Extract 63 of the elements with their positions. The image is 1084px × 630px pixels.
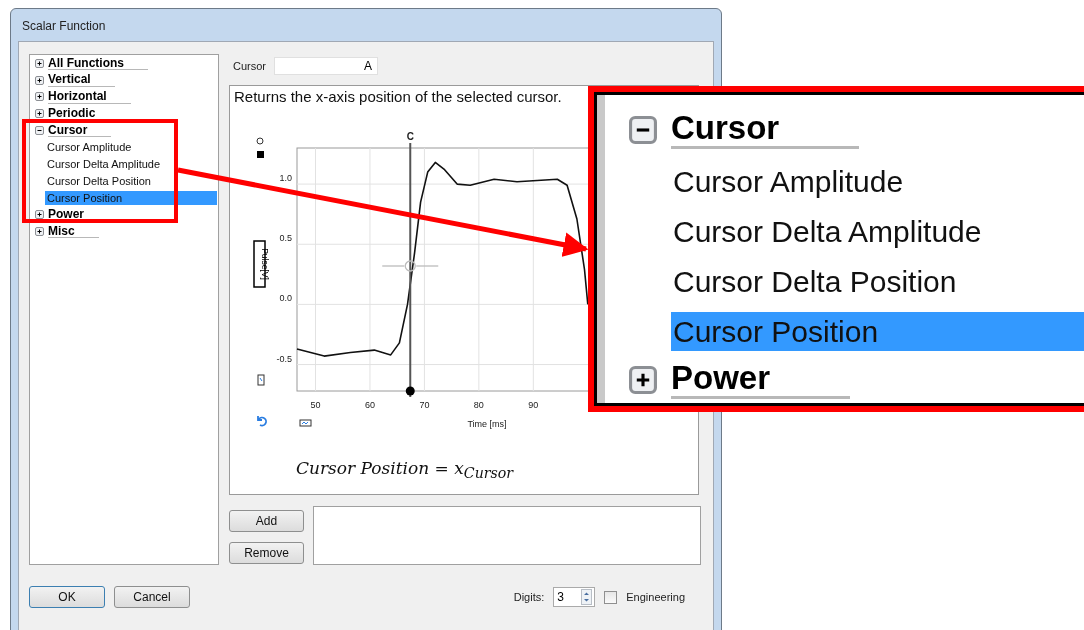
- expand-icon[interactable]: [35, 92, 44, 102]
- crosshair-icon: [381, 260, 439, 272]
- description-text: Returns the x-axis position of the selected cursor.: [233, 87, 563, 107]
- ok-button[interactable]: OK: [29, 586, 105, 608]
- cursor-handle[interactable]: [405, 386, 415, 396]
- expand-icon[interactable]: [35, 75, 44, 85]
- zoom-y-icon[interactable]: [257, 374, 265, 386]
- y-axis-title: Pulse[V]: [253, 240, 270, 288]
- zoom-x-icon[interactable]: [299, 419, 312, 427]
- undo-icon[interactable]: [257, 415, 267, 427]
- tree-group[interactable]: Cursor: [48, 123, 112, 138]
- x-tick-label: 70: [419, 400, 430, 410]
- cursor-line[interactable]: [409, 142, 412, 398]
- tree-group[interactable]: Vertical: [48, 73, 115, 87]
- list-action-button[interactable]: Add: [229, 510, 304, 532]
- y-tick-label: 1.0: [279, 173, 292, 184]
- collapse-icon[interactable]: [629, 115, 657, 144]
- y-tick-label: 0.0: [279, 293, 292, 304]
- tree-group[interactable]: Periodic: [48, 107, 120, 121]
- expand-icon[interactable]: [35, 226, 44, 236]
- cursor-label: C: [406, 131, 414, 142]
- y-axis-title: Pulse[V]: [260, 248, 270, 280]
- formula: Cursor Position = x$_{Cursor}$: [296, 458, 515, 482]
- spin-arrows-icon[interactable]: [581, 589, 593, 605]
- tree-group[interactable]: All Functions: [48, 56, 148, 71]
- cursor-field[interactable]: A: [274, 57, 378, 75]
- tree-group[interactable]: Cursor: [671, 111, 860, 149]
- tree-item[interactable]: Cursor Delta Position: [671, 262, 1084, 302]
- engineering-label: Engineering: [626, 591, 685, 603]
- expand-icon[interactable]: [629, 365, 657, 394]
- y-tick-label: -0.5: [276, 353, 292, 364]
- tree-item[interactable]: Cursor Delta Position: [45, 173, 217, 189]
- tree-group[interactable]: Power: [671, 361, 851, 399]
- x-tick-label: 90: [528, 400, 539, 410]
- engineering-checkbox[interactable]: [604, 590, 618, 604]
- tree-item[interactable]: Cursor Delta Amplitude: [671, 212, 1084, 252]
- tree-item[interactable]: Cursor Delta Amplitude: [45, 157, 217, 172]
- x-tick-label: 60: [364, 400, 375, 410]
- tree-item[interactable]: Cursor Position: [671, 312, 1084, 352]
- list-action-button[interactable]: Remove: [229, 542, 304, 564]
- x-axis-title: Time [ms]: [467, 419, 507, 429]
- tree-item[interactable]: Cursor Amplitude: [45, 140, 217, 155]
- circle-marker-icon[interactable]: [256, 137, 264, 145]
- square-marker-icon[interactable]: [257, 151, 264, 158]
- x-tick-label: 50: [310, 400, 321, 410]
- tree-group[interactable]: Power: [48, 207, 108, 222]
- cursor-field-label: Cursor: [233, 60, 266, 72]
- x-tick-label: 80: [473, 400, 484, 410]
- digits-input[interactable]: 3: [557, 590, 582, 604]
- tree-item[interactable]: Cursor Amplitude: [671, 162, 1084, 202]
- window-title: Scalar Function: [21, 18, 107, 35]
- digits-spinner[interactable]: 3: [553, 587, 596, 607]
- cancel-button[interactable]: Cancel: [114, 586, 190, 608]
- tree-group[interactable]: Horizontal: [48, 90, 131, 104]
- digits-label: Digits:: [513, 591, 545, 603]
- tree-item[interactable]: Cursor Position: [45, 190, 217, 205]
- collapse-icon[interactable]: [35, 126, 44, 136]
- y-tick-label: 0.5: [279, 233, 292, 244]
- tree-group[interactable]: Misc: [48, 224, 99, 239]
- expand-icon[interactable]: [35, 58, 44, 68]
- function-list[interactable]: [313, 506, 701, 565]
- expand-icon[interactable]: [35, 210, 44, 220]
- expand-icon[interactable]: [35, 109, 44, 119]
